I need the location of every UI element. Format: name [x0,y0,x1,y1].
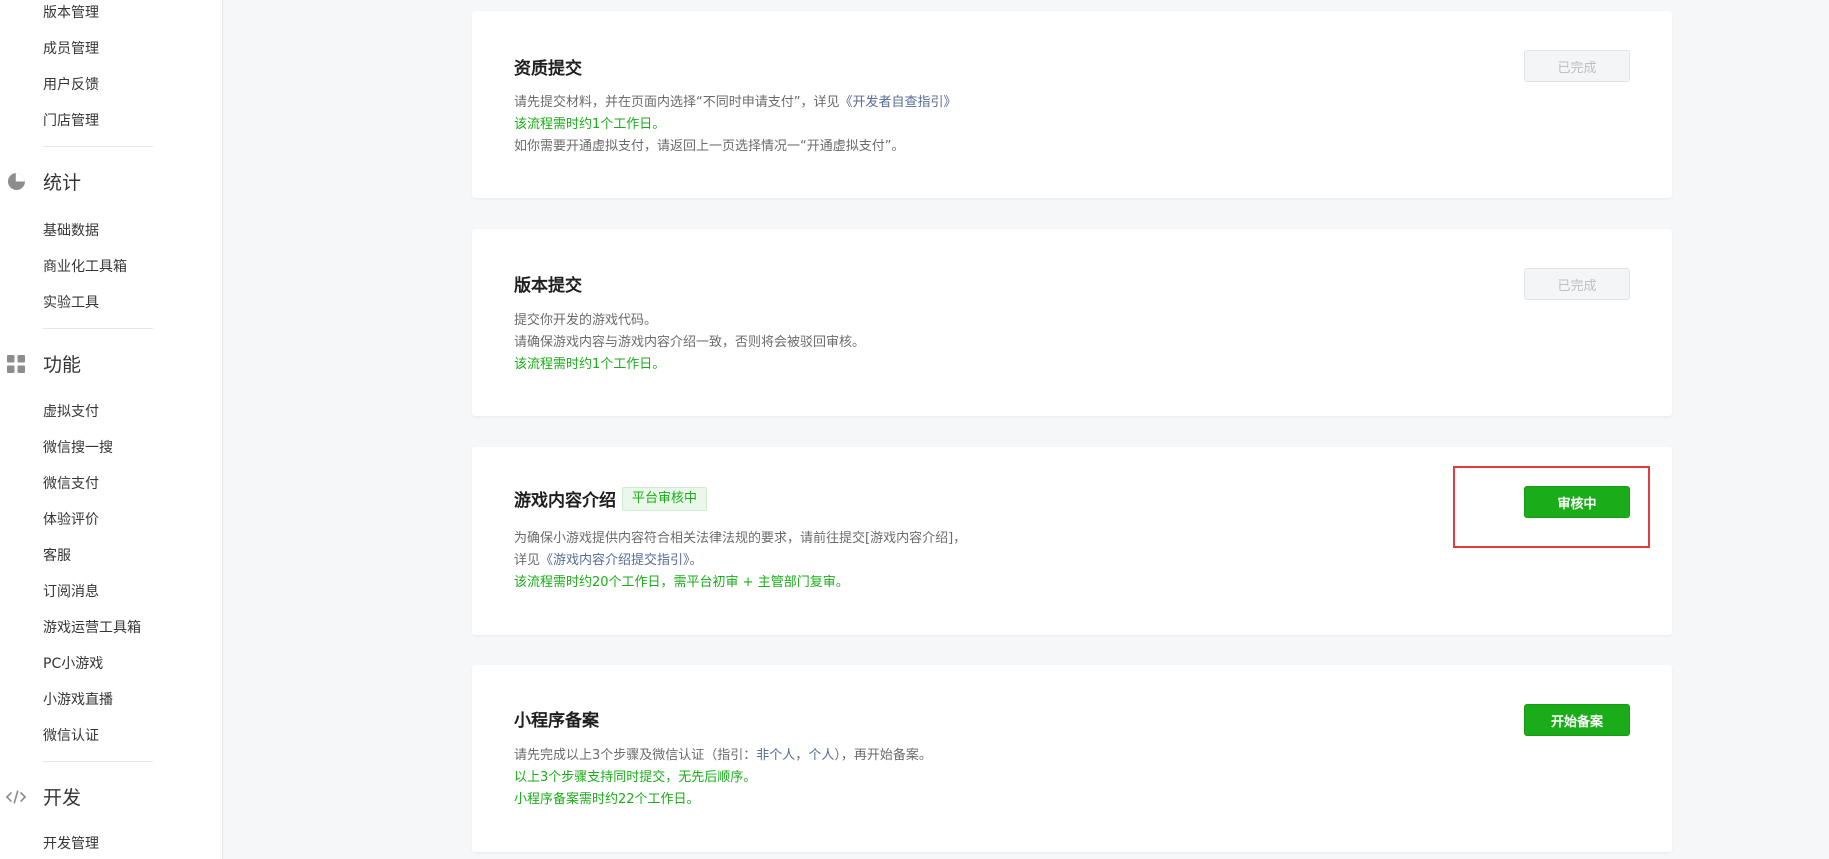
guide-link[interactable]: 《游戏内容介绍提交指引》 [540,553,690,568]
sidebar-item-subscribe-message[interactable]: 订阅消息 [43,582,99,602]
card-title-text: 小程序备案 [514,711,599,731]
card-title: 版本提交 [514,271,582,296]
card-title-text: 版本提交 [514,276,582,296]
description-line: 请先完成以上3个步骤及微信认证（指引：非个人，个人），再开始备案。 [514,745,932,767]
description-text: ），再开始备案。 [834,748,932,763]
sidebar-divider [43,146,153,147]
sidebar-item-experiment-tools[interactable]: 实验工具 [43,293,99,313]
description-line: 该流程需时约1个工作日。 [514,354,865,376]
card-description: 请先提交材料，并在页面内选择“不同时申请支付”，详见《开发者自查指引》该流程需时… [514,92,957,158]
sidebar-group-develop[interactable]: 开发 [6,783,81,810]
sidebar-item-customer-service[interactable]: 客服 [43,546,71,566]
description-line: 详见《游戏内容介绍提交指引》。 [514,550,966,572]
sidebar-item-wechat-pay[interactable]: 微信支付 [43,474,99,494]
card-title: 资质提交 [514,54,582,79]
description-text: 。 [689,553,703,568]
step-card-miniprogram-filing: 小程序备案 开始备案 请先完成以上3个步骤及微信认证（指引：非个人，个人），再开… [472,665,1672,852]
description-text: 该流程需时约20个工作日，需平台初审 + 主管部门复审。 [514,575,849,590]
guide-link[interactable]: 个人 [808,748,834,763]
pie-chart-icon [6,172,26,192]
description-text: ， [795,748,809,763]
sidebar-item-experience-review[interactable]: 体验评价 [43,510,99,530]
sidebar-group-stats[interactable]: 统计 [6,168,81,195]
sidebar-group-label: 统计 [43,172,82,194]
card-description: 提交你开发的游戏代码。请确保游戏内容与游戏内容介绍一致，否则将会被驳回审核。 该流… [514,310,865,376]
sidebar-group-features[interactable]: 功能 [6,350,81,377]
sidebar-item-minigame-live[interactable]: 小游戏直播 [43,690,113,710]
step-card-qualification: 资质提交 已完成 请先提交材料，并在页面内选择“不同时申请支付”，详见《开发者自… [472,11,1672,198]
sidebar-group-label: 功能 [43,354,82,376]
completed-button[interactable]: 已完成 [1524,268,1630,300]
description-text: 该流程需时约1个工作日。 [514,357,666,372]
description-line: 请先提交材料，并在页面内选择“不同时申请支付”，详见《开发者自查指引》 [514,92,957,114]
card-title: 游戏内容介绍 平台审核中 [514,486,708,511]
status-badge: 平台审核中 [622,486,708,511]
description-line: 小程序备案需时约22个工作日。 [514,789,932,811]
description-text: 小程序备案需时约22个工作日。 [514,792,700,807]
card-title-text: 游戏内容介绍 [514,491,616,511]
description-text: 如你需要开通虚拟支付，请返回上一页选择情况一“开通虚拟支付”。 [514,139,905,154]
card-description: 为确保小游戏提供内容符合相关法律法规的要求，请前往提交[游戏内容介绍]， 详见《游… [514,528,966,594]
description-line: 以上3个步骤支持同时提交，无先后顺序。 [514,767,932,789]
start-filing-button[interactable]: 开始备案 [1524,704,1630,736]
card-title-text: 资质提交 [514,59,582,79]
description-line: 如你需要开通虚拟支付，请返回上一页选择情况一“开通虚拟支付”。 [514,136,957,158]
sidebar-item-commercial-toolbox[interactable]: 商业化工具箱 [43,257,127,277]
sidebar: 版本管理 成员管理 用户反馈 门店管理 统计 基础数据 商业化工具箱 实验工具 … [0,0,223,859]
description-text: 提交你开发的游戏代码。 [514,313,658,328]
guide-link[interactable]: 《开发者自查指引》 [839,95,956,110]
grid-icon [6,354,26,374]
highlight-annotation-box [1453,466,1650,548]
card-description: 请先完成以上3个步骤及微信认证（指引：非个人，个人），再开始备案。以上3个步骤支… [514,745,932,811]
sidebar-item-game-ops-toolbox[interactable]: 游戏运营工具箱 [43,618,141,638]
description-line: 提交你开发的游戏代码。 [514,310,865,332]
sidebar-group-label: 开发 [43,787,82,809]
sidebar-item-member-manage[interactable]: 成员管理 [43,39,99,59]
description-text: 详见 [514,553,541,568]
sidebar-item-user-feedback[interactable]: 用户反馈 [43,75,99,95]
guide-link[interactable]: 非个人 [756,748,795,763]
sidebar-divider [43,328,153,329]
description-line: 请确保游戏内容与游戏内容介绍一致，否则将会被驳回审核。 [514,332,865,354]
description-line: 该流程需时约20个工作日，需平台初审 + 主管部门复审。 [514,572,966,594]
sidebar-divider [43,761,153,762]
description-text: 请确保游戏内容与游戏内容介绍一致，否则将会被驳回审核。 [514,335,866,350]
sidebar-item-pc-minigame[interactable]: PC小游戏 [43,654,103,674]
sidebar-item-store-manage[interactable]: 门店管理 [43,111,99,131]
completed-button[interactable]: 已完成 [1524,50,1630,82]
sidebar-item-wechat-search[interactable]: 微信搜一搜 [43,438,113,458]
code-icon [6,787,26,807]
description-text: 请先提交材料，并在页面内选择“不同时申请支付”，详见 [514,95,840,110]
description-line: 为确保小游戏提供内容符合相关法律法规的要求，请前往提交[游戏内容介绍]， [514,528,966,550]
sidebar-item-virtual-payment[interactable]: 虚拟支付 [43,402,99,422]
step-card-version-submit: 版本提交 已完成 提交你开发的游戏代码。请确保游戏内容与游戏内容介绍一致，否则将… [472,229,1672,416]
description-text: 该流程需时约1个工作日。 [514,117,666,132]
description-text: 为确保小游戏提供内容符合相关法律法规的要求，请前往提交[游戏内容介绍]， [514,531,967,546]
sidebar-item-dev-manage[interactable]: 开发管理 [43,834,99,854]
description-line: 该流程需时约1个工作日。 [514,114,957,136]
sidebar-item-basic-data[interactable]: 基础数据 [43,221,99,241]
description-text: 以上3个步骤支持同时提交，无先后顺序。 [514,770,757,785]
sidebar-item-wechat-certification[interactable]: 微信认证 [43,726,99,746]
description-text: 请先完成以上3个步骤及微信认证（指引： [514,748,757,763]
card-title: 小程序备案 [514,706,599,731]
sidebar-item-version-manage[interactable]: 版本管理 [43,3,99,23]
